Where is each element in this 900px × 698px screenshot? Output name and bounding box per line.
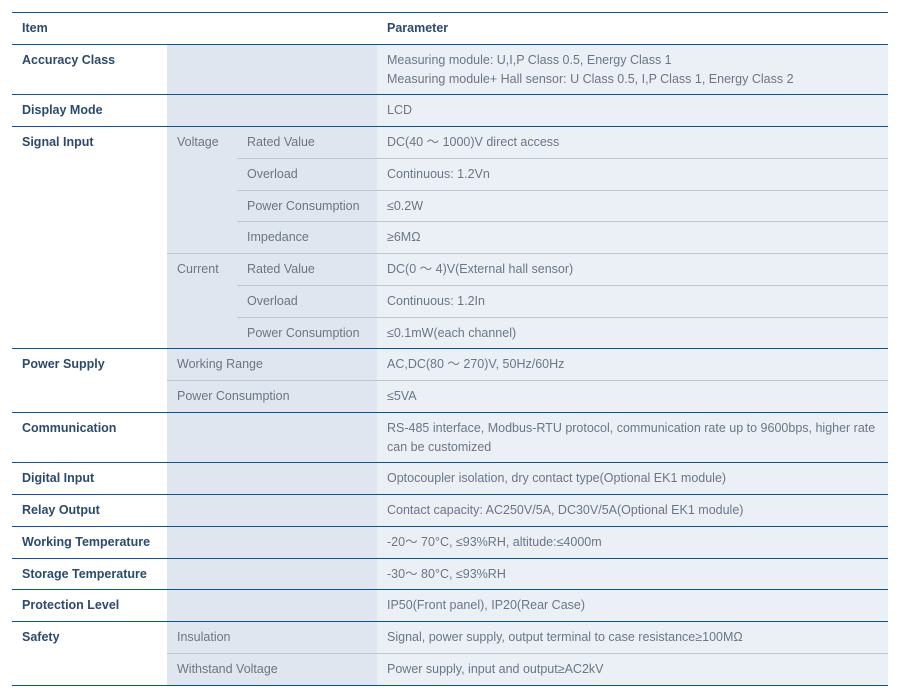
label-working-temperature: Working Temperature — [12, 526, 167, 558]
row-storage-temperature: Storage Temperature -30～ 80°C, ≤93%RH — [12, 558, 888, 590]
value-current-power: ≤0.1mW(each channel) — [377, 317, 888, 349]
label-voltage-impedance: Impedance — [237, 222, 377, 254]
value-communication: RS-485 interface, Modbus-RTU protocol, c… — [377, 412, 888, 463]
row-accuracy-class: Accuracy Class Measuring module: U,I,P C… — [12, 44, 888, 95]
value-current-overload: Continuous: 1.2In — [377, 285, 888, 317]
row-signal-voltage-rated: Signal Input Voltage Rated Value DC(40 ～… — [12, 127, 888, 159]
row-working-temperature: Working Temperature -20～ 70°C, ≤93%RH, a… — [12, 526, 888, 558]
label-power-supply: Power Supply — [12, 349, 167, 413]
value-current-rated: DC(0 ～ 4)V(External hall sensor) — [377, 254, 888, 286]
label-current-rated: Rated Value — [237, 254, 377, 286]
label-storage-temperature: Storage Temperature — [12, 558, 167, 590]
value-voltage-overload: Continuous: 1.2Vn — [377, 158, 888, 190]
label-ps-consumption: Power Consumption — [167, 381, 377, 413]
row-communication: Communication RS-485 interface, Modbus-R… — [12, 412, 888, 463]
label-digital-input: Digital Input — [12, 463, 167, 495]
label-relay-output: Relay Output — [12, 495, 167, 527]
value-voltage-rated: DC(40 ～ 1000)V direct access — [377, 127, 888, 159]
value-display-mode: LCD — [377, 95, 888, 127]
label-insulation: Insulation — [167, 622, 377, 654]
label-safety: Safety — [12, 622, 167, 686]
label-accuracy-class: Accuracy Class — [12, 44, 167, 95]
label-voltage-rated: Rated Value — [237, 127, 377, 159]
value-relay-output: Contact capacity: AC250V/5A, DC30V/5A(Op… — [377, 495, 888, 527]
row-safety-insulation: Safety Insulation Signal, power supply, … — [12, 622, 888, 654]
row-power-supply-range: Power Supply Working Range AC,DC(80 ～ 27… — [12, 349, 888, 381]
label-signal-input: Signal Input — [12, 127, 167, 349]
label-communication: Communication — [12, 412, 167, 463]
value-accuracy-class: Measuring module: U,I,P Class 0.5, Energ… — [377, 44, 888, 95]
label-current: Current — [167, 254, 237, 349]
header-parameter: Parameter — [377, 13, 888, 45]
value-withstand: Power supply, input and output≥AC2kV — [377, 653, 888, 685]
label-protection-level: Protection Level — [12, 590, 167, 622]
value-voltage-power: ≤0.2W — [377, 190, 888, 222]
value-protection-level: IP50(Front panel), IP20(Rear Case) — [377, 590, 888, 622]
value-voltage-impedance: ≥6MΩ — [377, 222, 888, 254]
spec-table: Item Parameter Accuracy Class Measuring … — [12, 12, 888, 686]
value-working-temperature: -20～ 70°C, ≤93%RH, altitude:≤4000m — [377, 526, 888, 558]
label-current-overload: Overload — [237, 285, 377, 317]
label-display-mode: Display Mode — [12, 95, 167, 127]
label-voltage-power: Power Consumption — [237, 190, 377, 222]
row-relay-output: Relay Output Contact capacity: AC250V/5A… — [12, 495, 888, 527]
label-voltage: Voltage — [167, 127, 237, 254]
label-working-range: Working Range — [167, 349, 377, 381]
value-digital-input: Optocoupler isolation, dry contact type(… — [377, 463, 888, 495]
value-working-range: AC,DC(80 ～ 270)V, 50Hz/60Hz — [377, 349, 888, 381]
label-voltage-overload: Overload — [237, 158, 377, 190]
value-storage-temperature: -30～ 80°C, ≤93%RH — [377, 558, 888, 590]
table-header-row: Item Parameter — [12, 13, 888, 45]
label-withstand: Withstand Voltage — [167, 653, 377, 685]
value-insulation: Signal, power supply, output terminal to… — [377, 622, 888, 654]
row-digital-input: Digital Input Optocoupler isolation, dry… — [12, 463, 888, 495]
label-current-power: Power Consumption — [237, 317, 377, 349]
header-item: Item — [12, 13, 377, 45]
row-protection-level: Protection Level IP50(Front panel), IP20… — [12, 590, 888, 622]
row-display-mode: Display Mode LCD — [12, 95, 888, 127]
value-ps-consumption: ≤5VA — [377, 381, 888, 413]
